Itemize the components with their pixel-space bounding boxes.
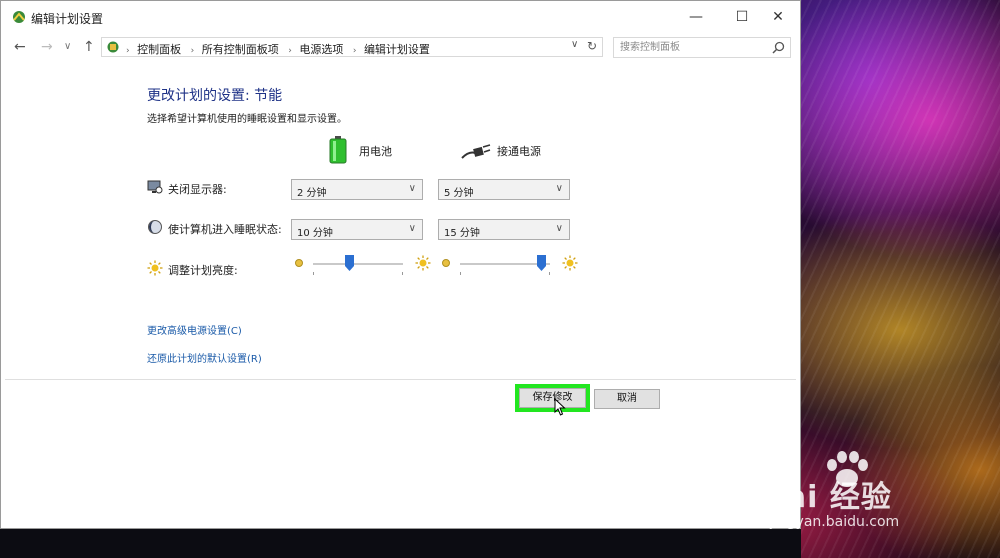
main-content: 更改计划的设置: 节能 选择希望计算机使用的睡眠设置和显示设置。 用电池 接通电…	[1, 63, 800, 379]
bright-sun-icon	[415, 255, 431, 271]
sleep-label: 使计算机进入睡眠状态:	[168, 223, 282, 236]
address-dropdown-icon[interactable]: ∨	[571, 39, 578, 50]
title-bar[interactable]: 编辑计划设置 — ☐ ✕	[1, 1, 800, 33]
baidu-jingyan-watermark: Bai 经验 jingyan.baidu.com	[760, 450, 1000, 540]
watermark-url: jingyan.baidu.com	[770, 514, 900, 530]
forward-arrow-icon[interactable]: →	[41, 39, 53, 55]
slider-thumb[interactable]	[344, 255, 354, 271]
window-title: 编辑计划设置	[31, 12, 104, 26]
brightness-label: 调整计划亮度:	[168, 264, 238, 277]
chevron-down-icon: ∨	[555, 223, 563, 234]
bright-sun-icon	[562, 255, 578, 271]
display-off-label: 关闭显示器:	[168, 183, 227, 196]
breadcrumb: › 控制面板 › 所有控制面板项 › 电源选项 › 编辑计划设置	[124, 41, 434, 57]
recent-locations-chevron-icon[interactable]: ∨	[64, 41, 71, 52]
battery-column-header: 用电池	[359, 145, 392, 158]
watermark-main-text: Bai 经验	[762, 480, 892, 515]
minimize-button[interactable]: —	[673, 1, 719, 33]
chevron-down-icon: ∨	[555, 183, 563, 194]
mouse-cursor-icon	[554, 398, 566, 416]
chevron-down-icon: ∨	[408, 223, 416, 234]
battery-icon	[329, 136, 347, 164]
slider-tick	[313, 272, 314, 275]
sleep-moon-icon	[148, 220, 162, 234]
slider-track	[313, 263, 403, 265]
close-button[interactable]: ✕	[755, 1, 801, 33]
display-off-plugged-select[interactable]: 5 分钟 ∨	[438, 179, 570, 200]
brightness-battery-slider[interactable]	[293, 255, 433, 279]
display-off-plugged-value: 5 分钟	[444, 188, 474, 199]
control-panel-icon	[107, 41, 119, 53]
chevron-down-icon: ∨	[408, 183, 416, 194]
cancel-button[interactable]: 取消	[594, 389, 660, 409]
slider-thumb[interactable]	[536, 255, 546, 271]
page-title: 更改计划的设置: 节能	[147, 88, 283, 104]
sleep-battery-value: 10 分钟	[297, 228, 333, 239]
chevron-right-icon: ›	[190, 46, 195, 56]
sleep-plugged-value: 15 分钟	[444, 228, 480, 239]
display-off-battery-select[interactable]: 2 分钟 ∨	[291, 179, 423, 200]
breadcrumb-power-options[interactable]: 电源选项	[299, 43, 343, 56]
save-changes-button[interactable]: 保存修改	[519, 388, 586, 408]
back-arrow-icon[interactable]: ←	[14, 39, 26, 55]
breadcrumb-control-panel[interactable]: 控制面板	[137, 43, 181, 56]
up-arrow-icon[interactable]: ↑	[83, 39, 95, 55]
display-off-battery-value: 2 分钟	[297, 188, 327, 199]
breadcrumb-edit-plan[interactable]: 编辑计划设置	[364, 43, 430, 56]
restore-defaults-link[interactable]: 还原此计划的默认设置(R)	[147, 350, 262, 365]
search-box[interactable]	[613, 37, 791, 58]
taskbar-area	[0, 529, 801, 558]
edit-plan-settings-window: 编辑计划设置 — ☐ ✕ ← → ∨ ↑ › 控制面板 › 所有控制面板项 › …	[0, 0, 801, 529]
breadcrumb-all-items[interactable]: 所有控制面板项	[202, 43, 279, 56]
chevron-right-icon: ›	[288, 46, 292, 56]
address-bar[interactable]: › 控制面板 › 所有控制面板项 › 电源选项 › 编辑计划设置	[101, 37, 603, 57]
chevron-right-icon: ›	[352, 46, 357, 56]
dim-sun-icon	[295, 259, 303, 267]
slider-tick	[460, 272, 461, 275]
brightness-plugged-slider[interactable]	[440, 255, 580, 279]
monitor-icon	[147, 180, 163, 194]
sleep-plugged-select[interactable]: 15 分钟 ∨	[438, 219, 570, 240]
plugged-in-column-header: 接通电源	[497, 145, 541, 158]
brightness-sun-icon	[147, 260, 163, 276]
slider-tick	[549, 272, 550, 275]
sleep-battery-select[interactable]: 10 分钟 ∨	[291, 219, 423, 240]
search-icon[interactable]	[772, 41, 785, 54]
dim-sun-icon	[442, 259, 450, 267]
power-plug-icon	[461, 144, 491, 159]
advanced-power-settings-link[interactable]: 更改高级电源设置(C)	[147, 322, 242, 337]
chevron-right-icon: ›	[126, 46, 130, 56]
refresh-icon[interactable]: ↻	[587, 39, 597, 53]
page-subtitle: 选择希望计算机使用的睡眠设置和显示设置。	[147, 114, 347, 125]
slider-tick	[402, 272, 403, 275]
search-input[interactable]	[614, 38, 776, 57]
footer-divider	[5, 379, 796, 380]
power-options-icon	[13, 11, 25, 23]
